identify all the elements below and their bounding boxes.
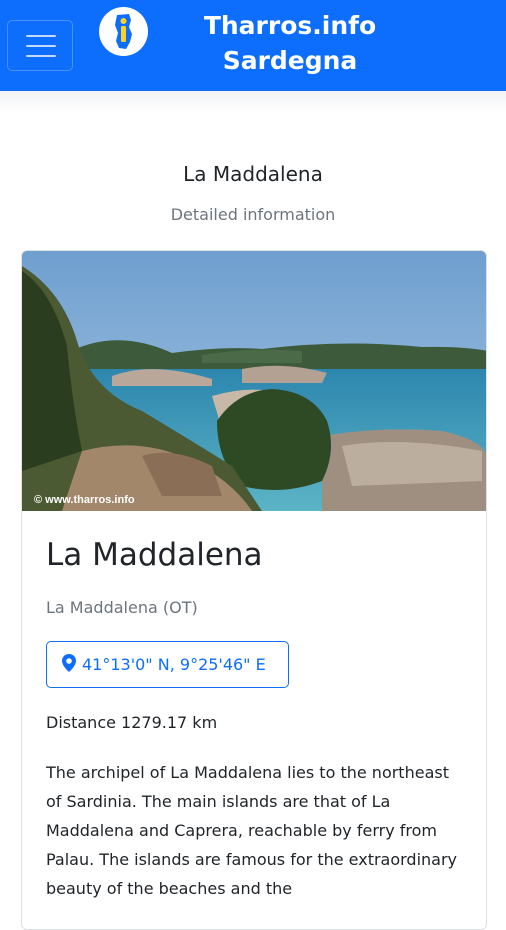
map-pin-icon — [62, 653, 76, 676]
card-location: La Maddalena (OT) — [46, 598, 198, 617]
distance-text: Distance 1279.17 km — [46, 713, 218, 732]
place-photo: © www.tharros.info — [22, 251, 486, 511]
card-title: La Maddalena — [46, 537, 263, 573]
brand-line-2: Sardegna — [222, 46, 358, 75]
hamburger-icon — [26, 35, 56, 37]
page-title: La Maddalena — [183, 162, 323, 186]
place-card: © www.tharros.info La Maddalena La Madda… — [21, 250, 487, 930]
sardinia-info-logo[interactable] — [99, 7, 148, 56]
brand-line-1: Tharros.info — [203, 11, 377, 40]
brand-title[interactable]: Tharros.info Sardegna — [190, 8, 390, 78]
menu-toggle-button[interactable] — [7, 20, 73, 71]
page-subtitle: Detailed information — [170, 205, 336, 224]
top-navbar: Tharros.info Sardegna — [0, 0, 506, 91]
description-text: The archipel of La Maddalena lies to the… — [46, 763, 458, 898]
navbar-divider — [0, 91, 506, 113]
coordinates-button[interactable]: 41°13'0" N, 9°25'46" E — [46, 641, 289, 688]
hamburger-icon-bar — [26, 45, 56, 47]
coordinates-text: 41°13'0" N, 9°25'46" E — [82, 655, 266, 674]
hamburger-icon-bar — [26, 55, 56, 57]
photo-watermark: © www.tharros.info — [34, 494, 135, 506]
